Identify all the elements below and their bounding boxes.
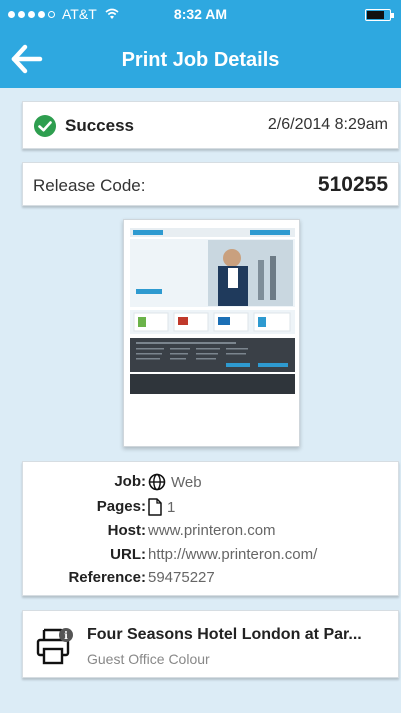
release-code-card: Release Code: 510255: [22, 162, 399, 206]
printer-info-icon: i: [36, 628, 73, 665]
detail-row-host: Host: www.printeron.com: [23, 522, 400, 544]
printer-name: Four Seasons Hotel London at Par...: [87, 626, 362, 643]
status-bar: AT&T 8:32 AM: [0, 0, 401, 28]
detail-row-pages: Pages: 1: [23, 498, 400, 520]
document-icon: [148, 498, 162, 516]
app-header: AT&T 8:32 AM Print Job Details: [0, 0, 401, 88]
url-label: URL:: [110, 546, 146, 563]
host-label: Host:: [107, 522, 146, 539]
job-value-wrap: Web: [148, 473, 202, 491]
job-details-card: Job: Web Pages: 1 Host: www.printeron.co…: [22, 461, 399, 596]
release-code-value: 510255: [317, 173, 388, 196]
url-value: http://www.printeron.com/: [148, 546, 318, 563]
check-circle-icon: [34, 115, 56, 137]
job-value: Web: [171, 473, 202, 491]
release-code-label: Release Code:: [33, 176, 146, 195]
reference-label: Reference:: [68, 569, 146, 586]
detail-row-url: URL: http://www.printeron.com/: [23, 546, 400, 568]
pages-label: Pages:: [96, 498, 146, 515]
reference-value: 59475227: [148, 569, 215, 586]
detail-row-reference: Reference: 59475227: [23, 569, 400, 591]
document-preview[interactable]: [123, 219, 300, 447]
svg-text:i: i: [64, 631, 68, 642]
page-title: Print Job Details: [121, 49, 280, 71]
job-label: Job:: [114, 473, 146, 490]
host-value: www.printeron.com: [148, 522, 276, 539]
printer-type: Guest Office Colour: [87, 651, 210, 667]
printer-card[interactable]: i Four Seasons Hotel London at Par... Gu…: [22, 610, 399, 678]
clock: 8:32 AM: [173, 6, 228, 22]
pages-value: 1: [167, 498, 176, 516]
job-status-card: Success 2/6/2014 8:29am: [22, 101, 399, 149]
status-datetime: 2/6/2014 8:29am: [267, 116, 388, 133]
nav-bar: Print Job Details: [0, 36, 401, 84]
battery-icon: [365, 9, 394, 21]
page-thumbnail: [130, 228, 295, 421]
globe-icon: [148, 473, 166, 491]
status-label: Success: [65, 116, 134, 135]
pages-value-wrap: 1: [148, 498, 175, 516]
webpage-thumbnail-image: [130, 228, 295, 421]
detail-row-job: Job: Web: [23, 473, 400, 495]
